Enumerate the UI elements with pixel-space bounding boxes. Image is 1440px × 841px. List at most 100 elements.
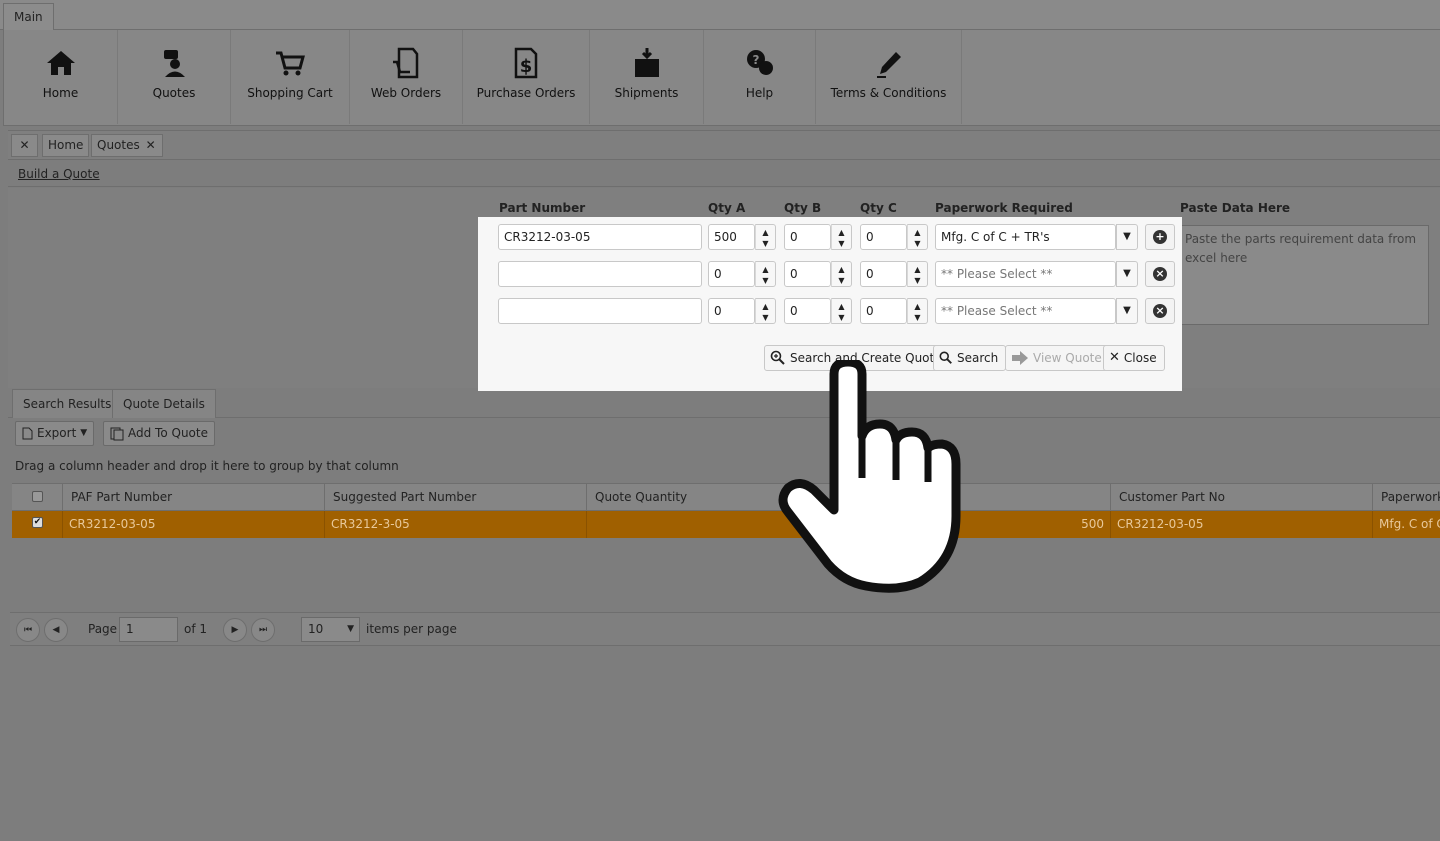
shopping-cart-icon: [276, 51, 305, 76]
qty-b-spinner[interactable]: ▲ ▼: [831, 224, 852, 250]
svg-text:?: ?: [752, 53, 759, 67]
home-icon: [46, 51, 75, 75]
select-all-checkbox[interactable]: [32, 491, 43, 502]
part-number-header: Part Number: [499, 201, 586, 215]
qty-a-spinner[interactable]: ▲ ▼: [755, 224, 776, 250]
breadcrumb-home[interactable]: Home: [42, 134, 90, 157]
add-document-icon: [110, 427, 124, 440]
close-icon[interactable]: ✕: [146, 135, 156, 156]
page-size-value: 10: [308, 622, 324, 636]
ribbon-tab-main[interactable]: Main: [3, 3, 54, 31]
page-input[interactable]: 1: [119, 617, 178, 642]
ribbon-home[interactable]: Home: [4, 30, 118, 124]
ribbon: Home Quotes Shopping Cart Web Orders $ P…: [3, 30, 1440, 126]
ribbon-label: Quotes: [152, 86, 196, 100]
ribbon-purchase-orders[interactable]: $ Purchase Orders: [463, 30, 590, 124]
qty-c-spinner[interactable]: ▲ ▼: [907, 261, 928, 287]
next-page-button[interactable]: ▶: [223, 618, 247, 642]
ribbon-web-orders[interactable]: Web Orders: [350, 30, 463, 124]
ribbon-shipments[interactable]: Shipments: [590, 30, 704, 124]
quotes-icon: [164, 50, 185, 77]
column-paperwork[interactable]: Paperwork: [1372, 484, 1440, 511]
paste-data-textarea[interactable]: Paste the parts requirement data from ex…: [1180, 225, 1429, 325]
part-number-input[interactable]: CR3212-03-05: [498, 224, 702, 250]
close-all-button[interactable]: ✕: [11, 134, 38, 157]
cell-suggested-part-number: CR3212-3-05: [324, 511, 586, 538]
chevron-down-icon: ▼: [80, 428, 88, 438]
ribbon-label: Purchase Orders: [476, 86, 576, 100]
qty-a-input[interactable]: 0: [708, 261, 755, 287]
arrow-right-icon: [1012, 351, 1028, 365]
last-page-button[interactable]: ⏭: [251, 618, 275, 642]
items-per-page-label: items per page: [366, 622, 457, 636]
document-icon: [22, 427, 33, 440]
qty-b-spinner[interactable]: ▲ ▼: [831, 261, 852, 287]
qty-a-input[interactable]: 500: [708, 224, 755, 250]
ribbon-terms[interactable]: Terms & Conditions: [816, 30, 962, 124]
qty-a-spinner[interactable]: ▲ ▼: [755, 261, 776, 287]
part-number-input[interactable]: [498, 298, 702, 324]
qty-b-input[interactable]: 0: [784, 224, 831, 250]
ribbon-label: Web Orders: [370, 86, 442, 100]
qty-c-input[interactable]: 0: [860, 224, 907, 250]
column-paf-part-number[interactable]: PAF Part Number: [62, 484, 324, 511]
paperwork-select[interactable]: ** Please Select **: [935, 261, 1116, 287]
ribbon-label: Shipments: [614, 86, 679, 100]
ribbon-label: Shopping Cart: [247, 86, 333, 100]
link-bar: Build a Quote: [8, 163, 1440, 187]
page-size-select[interactable]: 10 ▼: [301, 617, 360, 642]
breadcrumb-quotes[interactable]: Quotes ✕: [91, 134, 163, 157]
chevron-down-icon[interactable]: ▼: [1116, 261, 1138, 287]
remove-row-button[interactable]: ×: [1145, 261, 1175, 287]
qty-b-spinner[interactable]: ▲ ▼: [831, 298, 852, 324]
group-hint: Drag a column header and drop it here to…: [15, 459, 399, 473]
qty-a-input[interactable]: 0: [708, 298, 755, 324]
add-row-button[interactable]: +: [1145, 224, 1175, 250]
tab-quote-details[interactable]: Quote Details: [112, 389, 216, 418]
paste-header: Paste Data Here: [1180, 201, 1291, 215]
chevron-down-icon: ▼: [347, 624, 354, 634]
part-number-input[interactable]: [498, 261, 702, 287]
paperwork-select[interactable]: ** Please Select **: [935, 298, 1116, 324]
close-button[interactable]: ✕ Close: [1103, 345, 1165, 371]
view-quote-button[interactable]: View Quote: [1005, 345, 1110, 371]
ribbon-help[interactable]: ? Help: [704, 30, 816, 124]
qty-c-input[interactable]: 0: [860, 298, 907, 324]
ribbon-quotes[interactable]: Quotes: [118, 30, 231, 124]
qty-c-input[interactable]: 0: [860, 261, 907, 287]
add-to-quote-label: Add To Quote: [128, 426, 208, 440]
qty-b-input[interactable]: 0: [784, 261, 831, 287]
breadcrumb: ✕ Home Quotes ✕: [8, 130, 1440, 160]
add-to-quote-button[interactable]: Add To Quote: [103, 421, 215, 446]
column-customer-part-no[interactable]: Customer Part No: [1110, 484, 1372, 511]
build-quote-link[interactable]: Build a Quote: [18, 167, 100, 181]
page-label: Page: [88, 622, 118, 636]
web-orders-icon: [393, 47, 419, 79]
ribbon-shopping-cart[interactable]: Shopping Cart: [231, 30, 350, 124]
chevron-down-icon[interactable]: ▼: [1116, 224, 1138, 250]
qty-a-spinner[interactable]: ▲ ▼: [755, 298, 776, 324]
qty-c-spinner[interactable]: ▲ ▼: [907, 298, 928, 324]
cell-paperwork: Mfg. C of C: [1372, 511, 1440, 538]
remove-row-button[interactable]: ×: [1145, 298, 1175, 324]
first-page-button[interactable]: ⏮: [16, 618, 40, 642]
paperwork-header: Paperwork Required: [935, 201, 1073, 215]
export-button[interactable]: Export ▼: [15, 421, 95, 446]
table-row[interactable]: ✔ CR3212-03-05 CR3212-3-05 500 CR3212-03…: [12, 511, 1440, 538]
ribbon-label: Home: [42, 86, 79, 100]
row-checkbox[interactable]: ✔: [32, 517, 43, 528]
paperwork-select[interactable]: Mfg. C of C + TR's: [935, 224, 1116, 250]
qty-b-input[interactable]: 0: [784, 298, 831, 324]
page-count: of 1: [184, 622, 208, 636]
breadcrumb-quotes-label: Quotes: [97, 138, 140, 152]
column-suggested-part-number[interactable]: Suggested Part Number: [324, 484, 586, 511]
chevron-down-icon[interactable]: ▼: [1116, 298, 1138, 324]
prev-page-button[interactable]: ◀: [44, 618, 68, 642]
ribbon-label: Terms & Conditions: [830, 86, 947, 100]
grid-header: PAF Part Number Suggested Part Number Qu…: [12, 483, 1440, 511]
ribbon-tabbar: [0, 0, 1440, 30]
qty-c-spinner[interactable]: ▲ ▼: [907, 224, 928, 250]
view-quote-label: View Quote: [1033, 351, 1102, 365]
tab-search-results[interactable]: Search Results: [12, 389, 123, 418]
plus-icon: +: [1153, 230, 1167, 244]
